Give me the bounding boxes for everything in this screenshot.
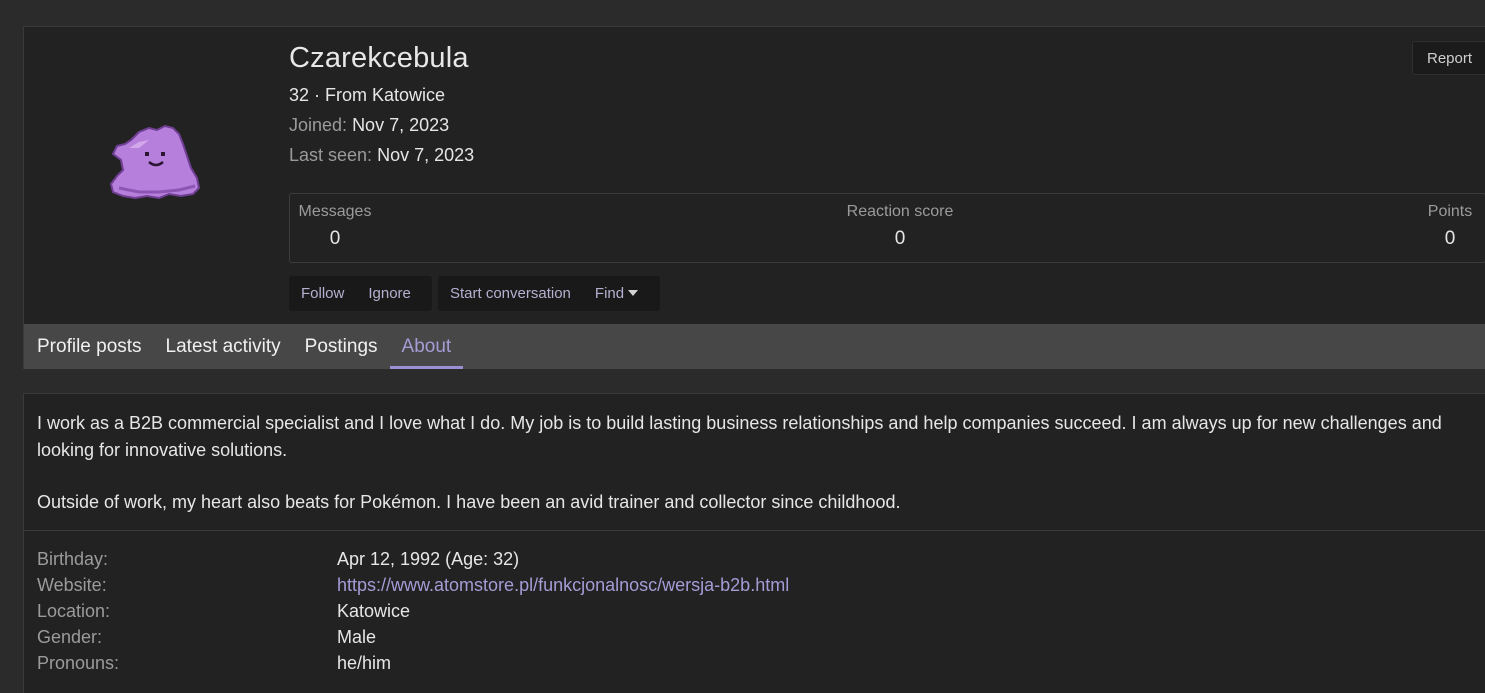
profile-tabs: Profile posts Latest activity Postings A…: [24, 324, 1485, 369]
stat-reaction-label: Reaction score: [846, 203, 954, 220]
stat-points-value[interactable]: 0: [1420, 228, 1480, 250]
pronouns-label: Pronouns:: [37, 652, 120, 673]
detail-row-birthday: Birthday: Apr 12, 1992 (Age: 32): [37, 546, 1477, 572]
joined-value: Nov 7, 2023: [352, 115, 450, 135]
profile-joined: Joined: Nov 7, 2023: [289, 115, 449, 136]
location-value[interactable]: Katowice: [337, 601, 410, 622]
website-link[interactable]: https://www.atomstore.pl/funkcjonalnosc/…: [337, 575, 789, 596]
last-seen-label: Last seen:: [289, 145, 373, 165]
tab-about[interactable]: About: [389, 324, 464, 369]
tab-postings[interactable]: Postings: [293, 324, 390, 369]
detail-row-location: Location: Katowice: [37, 598, 1477, 624]
report-button[interactable]: Report: [1412, 41, 1485, 75]
profile-username: Czarekcebula: [289, 42, 469, 74]
about-paragraph-1: I work as a B2B commercial specialist an…: [37, 413, 1442, 460]
stat-reaction-value: 0: [894, 228, 906, 249]
last-seen-value[interactable]: Nov 7, 2023: [377, 145, 474, 165]
stat-reaction-score: Reaction score 0: [830, 203, 970, 250]
joined-label: Joined:: [289, 115, 348, 135]
gender-value: Male: [337, 626, 377, 647]
about-text: I work as a B2B commercial specialist an…: [37, 410, 1485, 541]
pronouns-value: he/him: [337, 652, 392, 673]
stat-messages[interactable]: Messages 0: [298, 203, 372, 250]
about-details: Birthday: Apr 12, 1992 (Age: 32) Website…: [37, 546, 1477, 676]
profile-last-seen: Last seen: Nov 7, 2023: [289, 145, 474, 166]
detail-row-pronouns: Pronouns: he/him: [37, 650, 1477, 676]
follow-ignore-group: Follow Ignore: [289, 276, 432, 311]
website-label: Website:: [37, 574, 107, 595]
conversation-find-group: Start conversation Find: [438, 276, 660, 311]
stat-messages-label: Messages: [298, 203, 372, 220]
ditto-avatar-icon: [109, 124, 201, 200]
gender-label: Gender:: [37, 626, 103, 647]
tab-profile-posts[interactable]: Profile posts: [24, 324, 154, 369]
about-paragraph-2: Outside of work, my heart also beats for…: [37, 492, 901, 512]
detail-row-gender: Gender: Male: [37, 624, 1477, 650]
birthday-label: Birthday:: [37, 548, 109, 569]
about-panel: I work as a B2B commercial specialist an…: [23, 393, 1485, 693]
birthday-value: Apr 12, 1992 (Age: 32): [337, 548, 520, 569]
find-label: Find: [594, 285, 625, 302]
stat-points-label: Points: [1427, 203, 1473, 220]
avatar[interactable]: [109, 122, 201, 202]
find-menu-button[interactable]: Find: [583, 276, 650, 311]
stat-points[interactable]: Points 0: [1420, 203, 1480, 250]
profile-age-location: 32 · From Katowice: [289, 85, 446, 105]
about-divider: [24, 530, 1485, 531]
profile-header: Czarekcebula 32 · From Katowice Joined: …: [23, 26, 1485, 369]
tab-latest-activity[interactable]: Latest activity: [154, 324, 293, 369]
location-label: Location:: [37, 600, 111, 621]
stat-messages-value[interactable]: 0: [298, 228, 372, 250]
start-conversation-button[interactable]: Start conversation: [438, 276, 583, 311]
page-top-bar: [0, 0, 1485, 16]
caret-down-icon: [628, 289, 639, 296]
ignore-button[interactable]: Ignore: [356, 276, 423, 311]
detail-row-website: Website: https://www.atomstore.pl/funkcj…: [37, 572, 1477, 598]
follow-button[interactable]: Follow: [289, 276, 356, 311]
stats-box: Messages 0 Reaction score 0 Points 0: [289, 193, 1485, 263]
